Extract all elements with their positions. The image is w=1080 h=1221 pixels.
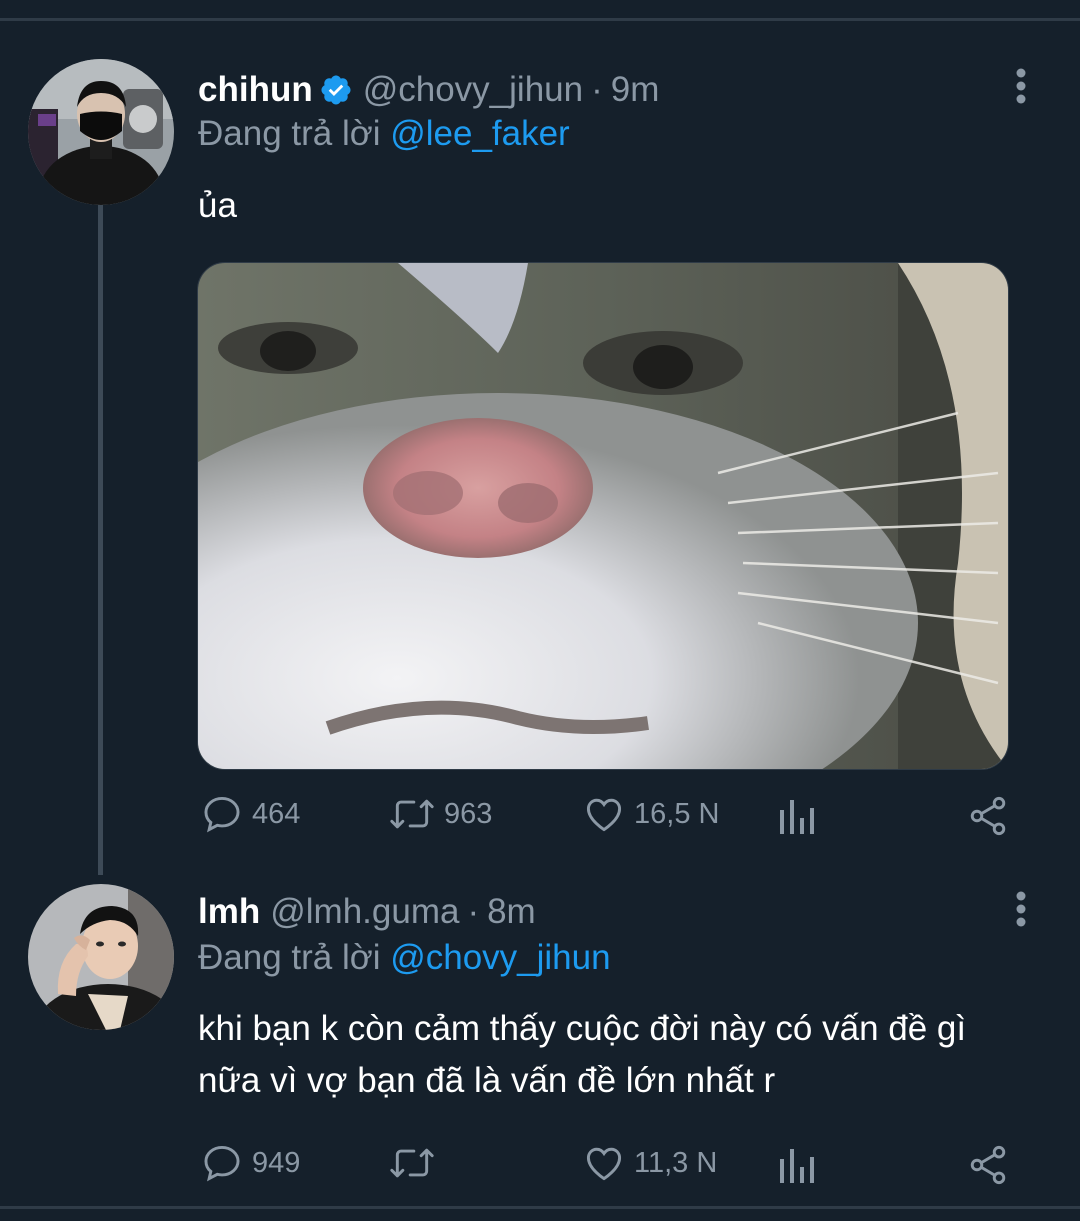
analytics-icon: [780, 1149, 814, 1183]
display-name[interactable]: lmh: [198, 892, 260, 932]
display-name[interactable]: chihun: [198, 70, 313, 110]
reply-count: 949: [252, 1146, 301, 1179]
replying-to: Đang trả lời @lee_faker: [198, 114, 570, 154]
reply-icon: [204, 1145, 240, 1182]
verified-badge-icon: [319, 73, 353, 107]
user-handle[interactable]: @chovy_jihun: [363, 70, 583, 110]
separator-dot: ·: [591, 70, 603, 109]
like-action[interactable]: 16,5 N: [582, 790, 719, 838]
timestamp[interactable]: 8m: [487, 892, 536, 932]
share-action[interactable]: [966, 792, 1010, 840]
reply-action[interactable]: 949: [200, 1139, 300, 1187]
separator-dot: ·: [467, 892, 480, 931]
tweet-header: chihun @chovy_jihun · 9m: [198, 68, 659, 112]
analytics-action[interactable]: [778, 1141, 816, 1189]
like-action[interactable]: 11,3 N: [582, 1139, 717, 1187]
reply-action[interactable]: 464: [200, 790, 300, 838]
avatar-lmh[interactable]: [28, 884, 174, 1030]
like-icon: [586, 1147, 622, 1181]
reply-prefix: Đang trả lời: [198, 114, 381, 153]
retweet-icon: [390, 1148, 434, 1178]
reply-mention-link[interactable]: @chovy_jihun: [390, 938, 610, 977]
retweet-icon: [390, 799, 434, 829]
bottom-divider: [0, 1206, 1080, 1209]
share-icon: [970, 1145, 1006, 1185]
timestamp[interactable]: 9m: [611, 70, 660, 110]
retweet-action[interactable]: [388, 1139, 444, 1187]
tweet-text: khi bạn k còn cảm thấy cuộc đời này có v…: [198, 1003, 1018, 1107]
user-handle[interactable]: @lmh.guma: [270, 892, 459, 932]
replying-to: Đang trả lời @chovy_jihun: [198, 938, 611, 978]
tweet-text: ủa: [198, 186, 237, 225]
more-vertical-icon[interactable]: [1006, 67, 1036, 107]
analytics-action[interactable]: [778, 792, 816, 840]
like-count: 16,5 N: [634, 797, 720, 830]
reply-mention-link[interactable]: @lee_faker: [390, 114, 570, 153]
retweet-count: 963: [444, 797, 493, 830]
top-divider: [0, 18, 1080, 21]
thread-connector-line: [98, 205, 103, 875]
tweet-media-image[interactable]: [197, 262, 1009, 770]
avatar-chihun[interactable]: [28, 59, 174, 205]
tweet-text-line: khi bạn k còn cảm thấy cuộc đời này có v…: [198, 1009, 967, 1048]
reply-count: 464: [252, 797, 301, 830]
like-count: 11,3 N: [634, 1146, 718, 1179]
share-action[interactable]: [966, 1141, 1010, 1189]
more-vertical-icon[interactable]: [1006, 890, 1036, 930]
reply-icon: [204, 796, 240, 833]
like-icon: [586, 798, 622, 832]
retweet-action[interactable]: 963: [388, 790, 492, 838]
tweet-header: lmh @lmh.guma · 8m: [198, 890, 536, 934]
share-icon: [970, 796, 1006, 836]
tweet-text-line: nữa vì vợ bạn đã là vấn đề lớn nhất r: [198, 1061, 776, 1100]
reply-prefix: Đang trả lời: [198, 938, 381, 977]
analytics-icon: [780, 800, 814, 834]
